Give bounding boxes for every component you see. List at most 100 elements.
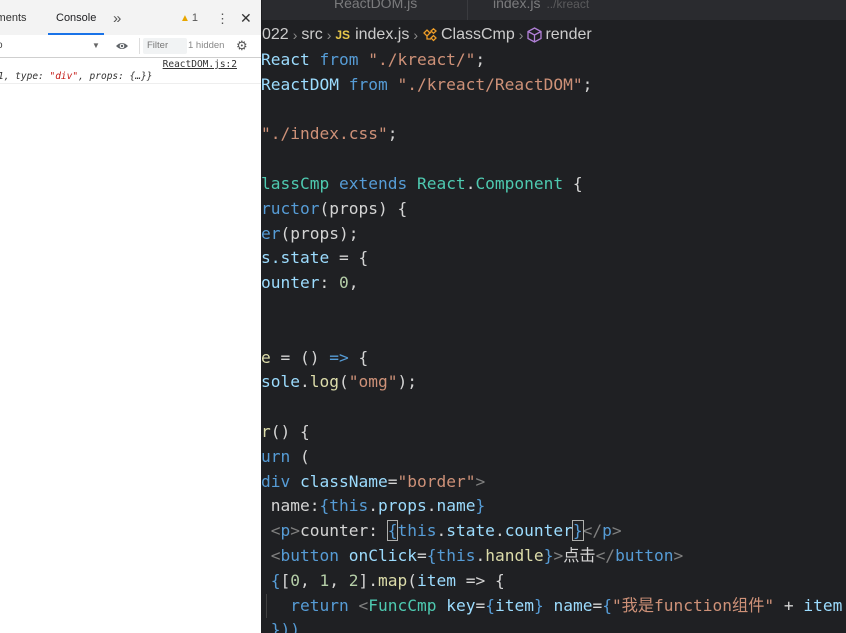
code-token: div — [262, 471, 291, 491]
warnings-count: 1 — [191, 12, 199, 24]
warnings-badge[interactable]: ▲ 1 — [180, 0, 198, 35]
code-line[interactable]: r() { — [262, 420, 846, 445]
code-token: ; — [475, 50, 486, 69]
code-line[interactable]: <button onClick={this.handle}>点击</button… — [262, 544, 846, 569]
code-token: } — [533, 595, 544, 615]
code-line[interactable] — [262, 321, 846, 346]
code-token: from — [309, 50, 369, 69]
code-token: r — [262, 421, 271, 441]
code-token: FuncCmp — [368, 595, 437, 615]
code-token: => — [329, 347, 349, 367]
code-token: () { — [270, 421, 310, 441]
breadcrumb-file[interactable]: index.js — [355, 26, 409, 43]
code-token: = { — [329, 248, 369, 268]
warning-icon: ▲ — [180, 13, 190, 24]
code-token: { — [485, 595, 495, 615]
code-token: , — [329, 570, 349, 590]
code-token: React — [416, 173, 466, 193]
code-line[interactable]: s.state = { — [262, 246, 846, 271]
code-token: > — [611, 521, 622, 541]
code-token: { — [348, 347, 369, 367]
code-token: ounter — [262, 273, 320, 293]
log-text-post: , props: {…}} — [78, 71, 153, 82]
code-line[interactable]: React from "./kreact/"; — [262, 48, 846, 73]
code-token: this — [397, 521, 437, 541]
code-token: . — [475, 545, 486, 565]
kebab-menu-icon[interactable]: ⋮ — [216, 0, 229, 35]
code-area[interactable]: React from "./kreact/"; ReactDOM from ".… — [262, 48, 846, 633]
devtools-tabbar: lements Console » ▲1 ⋮ ✕ — [0, 0, 261, 36]
code-line[interactable]: })) — [262, 618, 846, 633]
method-icon — [527, 27, 543, 43]
code-token: "我是function组件" — [611, 595, 775, 615]
code-line[interactable] — [262, 147, 846, 172]
code-token: . — [368, 496, 378, 516]
code-token: 0 — [338, 273, 349, 293]
code-line[interactable]: sole.log("omg"); — [262, 370, 846, 395]
tab-console[interactable]: Console — [48, 0, 105, 35]
code-line[interactable]: ructor(props) { — [262, 197, 846, 222]
code-line[interactable] — [262, 395, 846, 420]
log-message[interactable]: 1, type: "div", props: {…}} — [0, 71, 152, 82]
code-line[interactable]: ounter: 0, — [262, 271, 846, 296]
code-token: = — [416, 545, 427, 565]
code-token: [ — [280, 570, 291, 590]
code-token: "omg" — [348, 372, 398, 392]
code-token: item — [417, 570, 456, 590]
code-token: = () — [270, 347, 330, 367]
console-log-entry: ReactDOM.js:2 1, type: "div", props: {…}… — [0, 57, 261, 84]
context-select[interactable]: o — [0, 35, 3, 57]
code-token: button — [615, 545, 674, 565]
code-token: state — [446, 521, 495, 541]
log-source-link[interactable]: ReactDOM.js:2 — [163, 59, 237, 70]
code-line[interactable]: name:{this.props.name} — [262, 494, 846, 519]
chevron-down-icon[interactable]: ▼ — [92, 35, 100, 57]
code-token: "./index.css" — [262, 124, 388, 144]
gear-icon[interactable]: ⚙ — [236, 35, 248, 57]
editor-tab-index-label: index.js — [493, 0, 541, 11]
code-line[interactable]: "./index.css"; — [262, 122, 846, 147]
code-line[interactable]: div className="border"> — [262, 470, 846, 495]
code-token: name — [553, 595, 593, 615]
filter-input[interactable]: Filter — [143, 38, 187, 54]
code-line[interactable]: urn ( — [262, 445, 846, 470]
code-token: ); — [397, 372, 417, 392]
breadcrumb-method[interactable]: render — [545, 26, 591, 43]
code-token: urn — [262, 446, 291, 466]
code-line[interactable] — [262, 98, 846, 123]
code-token: { — [319, 496, 330, 516]
hidden-count[interactable]: 1 hidden — [188, 35, 224, 57]
code-line[interactable]: er(props); — [262, 222, 846, 247]
code-line[interactable]: lassCmp extends React.Component { — [262, 172, 846, 197]
code-token: + — [774, 595, 804, 615]
code-line[interactable]: return <FuncCmp key={item} name={"我是func… — [262, 593, 846, 619]
editor-tab-reactdom[interactable]: ReactDOM.js — [334, 0, 417, 20]
code-token: item — [803, 595, 843, 615]
code-line[interactable]: {[0, 1, 2].map(item => { — [262, 569, 846, 594]
code-token: } — [543, 545, 554, 565]
tab-elements[interactable]: lements — [0, 0, 27, 35]
breadcrumb-class[interactable]: ClassCmp — [441, 26, 515, 43]
code-token: = — [592, 595, 603, 615]
close-icon[interactable]: ✕ — [240, 0, 252, 35]
code-token: lassCmp — [262, 173, 330, 193]
code-token: < — [270, 545, 281, 565]
code-token: = — [475, 595, 486, 615]
eye-icon[interactable] — [115, 40, 129, 52]
code-token: button — [280, 545, 339, 565]
code-token: { — [426, 545, 437, 565]
more-tabs-button[interactable]: » — [113, 0, 121, 35]
code-line[interactable] — [262, 296, 846, 321]
code-token: ( — [407, 570, 417, 590]
code-token: key — [446, 595, 476, 615]
code-line[interactable]: e = () => { — [262, 346, 846, 371]
code-token: > — [475, 471, 486, 491]
code-line[interactable]: <p>counter: {this.state.counter}</p> — [262, 519, 846, 544]
breadcrumb-src[interactable]: src — [301, 26, 322, 43]
code-line[interactable]: ReactDOM from "./kreact/ReactDOM"; — [262, 73, 846, 98]
editor-tab-index[interactable]: index.js ../kreact — [493, 0, 589, 20]
breadcrumb-folder[interactable]: 022 — [262, 26, 289, 43]
code-token: 0 — [290, 570, 300, 590]
code-token: . — [426, 496, 437, 516]
